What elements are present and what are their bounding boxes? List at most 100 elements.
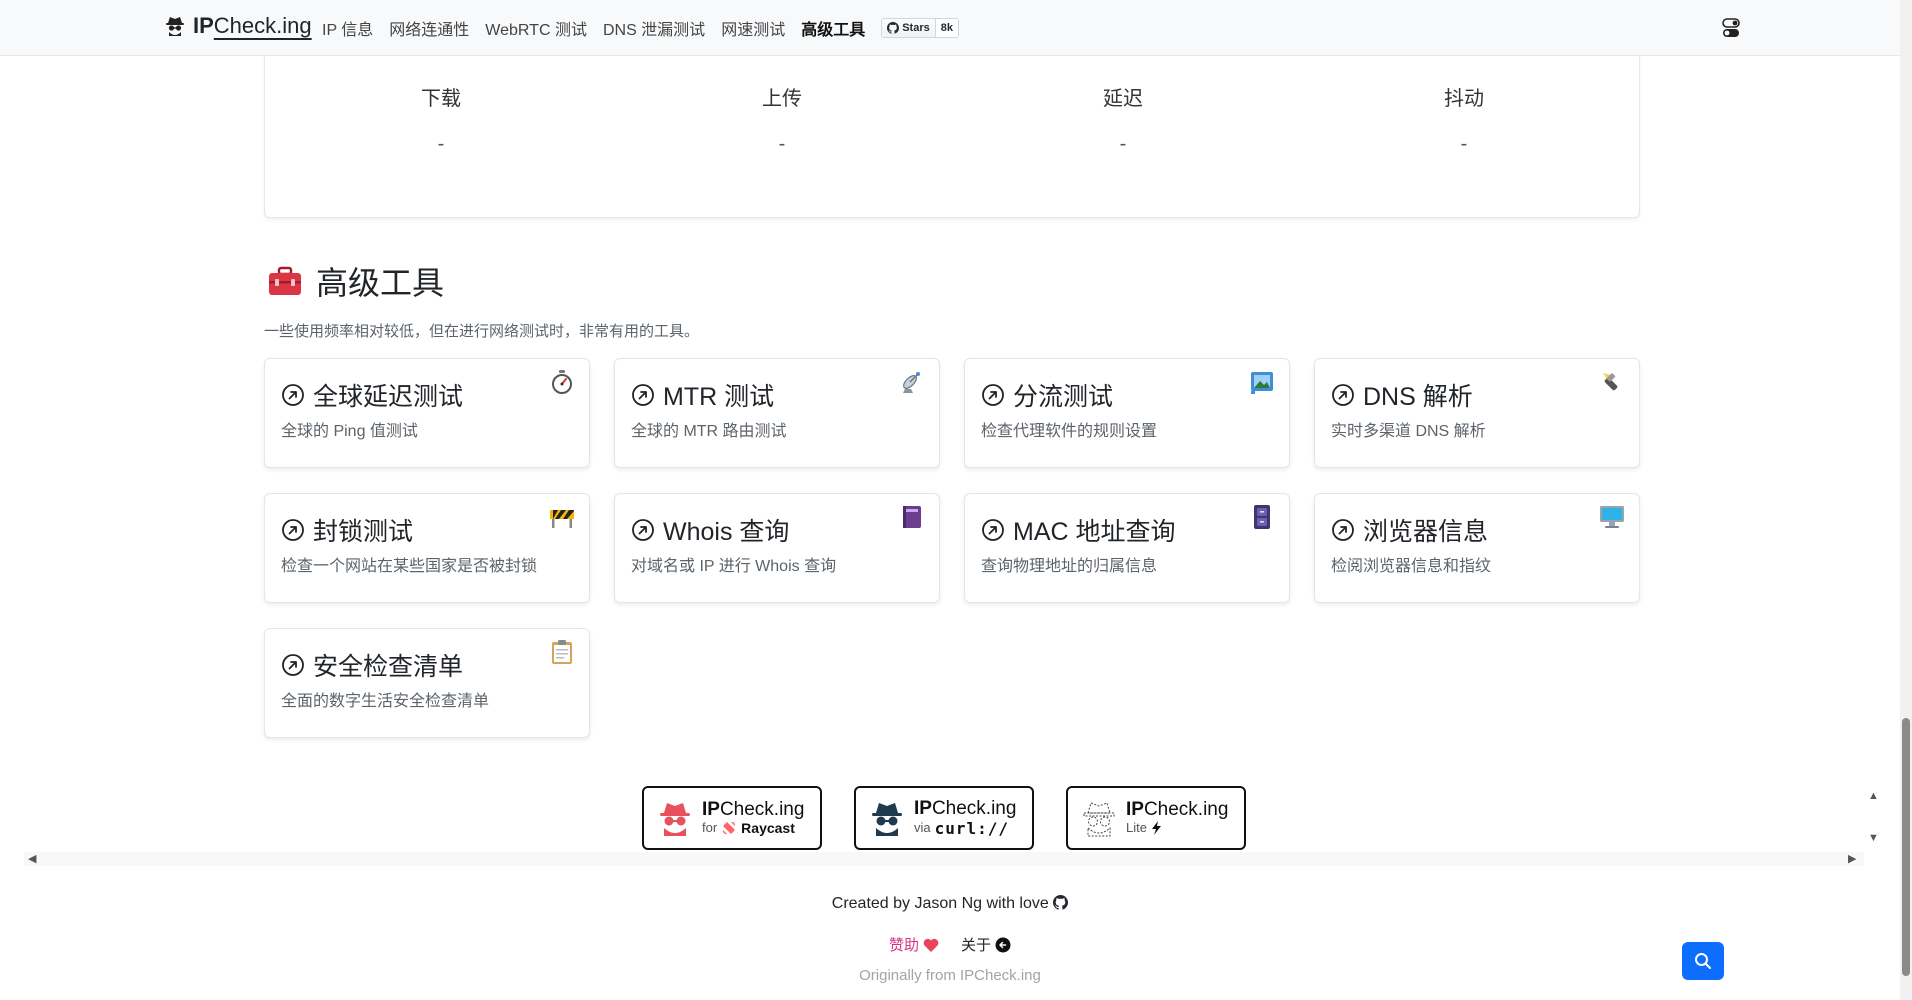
tool-card-whois[interactable]: Whois 查询 对域名或 IP 进行 Whois 查询: [614, 493, 940, 603]
arrow-up-right-circle-icon: [632, 384, 654, 406]
advanced-tools-title: 高级工具: [316, 265, 445, 301]
nav-item-webrtc[interactable]: WebRTC 测试: [485, 16, 587, 40]
nav-item-dns-leak[interactable]: DNS 泄漏测试: [603, 16, 705, 40]
app-badge-curl[interactable]: IPCheck.ing via curl://: [854, 786, 1034, 850]
speed-jitter-value: -: [1460, 133, 1468, 155]
tool-title: Whois 查询: [663, 518, 790, 546]
about-link[interactable]: 关于: [961, 934, 1011, 955]
tool-description: 全球的 MTR 路由测试: [631, 423, 787, 440]
search-button[interactable]: [1682, 942, 1724, 980]
about-label: 关于: [961, 937, 992, 954]
tool-title: MTR 测试: [663, 383, 775, 411]
vertical-scrollbar-thumb[interactable]: [1902, 718, 1910, 976]
brand-link[interactable]: IPCheck.ing: [163, 13, 312, 39]
github-stars-count: 8k: [935, 19, 958, 37]
app-name-light: Check.ing: [931, 797, 1017, 819]
speed-jitter: 抖动 -: [1364, 82, 1564, 156]
heart-icon: [923, 938, 939, 952]
tool-title: 分流测试: [1013, 383, 1114, 411]
spy-outline-logo-icon: [1083, 802, 1115, 837]
speed-latency-label: 延迟: [1103, 88, 1143, 110]
spy-raycast-logo-icon: [660, 803, 690, 836]
arrow-left-circle-icon: [995, 937, 1011, 952]
tool-card-security-checklist[interactable]: 安全检查清单 全面的数字生活安全检查清单: [264, 628, 590, 738]
stopwatch-icon: [552, 370, 572, 394]
footer-links: 赞助 关于: [0, 934, 1900, 955]
vertical-scrollbar[interactable]: [1900, 0, 1912, 1000]
raycast-icon: [723, 822, 736, 835]
speed-test-results-card: 下载 - 上传 - 延迟 - 抖动 -: [264, 56, 1640, 218]
advanced-tools-heading: 高级工具: [268, 258, 444, 304]
desktop-computer-icon: [1600, 506, 1624, 528]
app-badge-raycast[interactable]: IPCheck.ing for Raycast: [642, 786, 822, 850]
arrow-up-right-circle-icon: [632, 519, 654, 541]
app-name-strong: IP: [914, 797, 932, 819]
tool-description: 检查代理软件的规则设置: [981, 423, 1158, 440]
app-badge-lite[interactable]: IPCheck.ing Lite: [1066, 786, 1246, 850]
tool-title: DNS 解析: [1363, 383, 1473, 411]
tool-card-censorship[interactable]: 封锁测试 检查一个网站在某些国家是否被封锁: [264, 493, 590, 603]
advanced-tools-description: 一些使用频率相对较低，但在进行网络测试时，非常有用的工具。: [264, 323, 700, 340]
speed-upload-value: -: [778, 133, 786, 155]
tool-card-dns-resolve[interactable]: DNS 解析 实时多渠道 DNS 解析: [1314, 358, 1640, 468]
tool-description: 全面的数字生活安全检查清单: [281, 693, 490, 710]
speed-download-value: -: [437, 133, 445, 155]
tool-title: MAC 地址查询: [1013, 518, 1176, 546]
tool-description: 全球的 Ping 值测试: [281, 423, 418, 440]
tool-card-global-latency[interactable]: 全球延迟测试 全球的 Ping 值测试: [264, 358, 590, 468]
clipboard-icon: [552, 640, 572, 664]
tool-card-mac-lookup[interactable]: MAC 地址查询 查询物理地址的归属信息: [964, 493, 1290, 603]
tool-description: 实时多渠道 DNS 解析: [1331, 423, 1486, 440]
arrow-up-right-circle-icon: [282, 654, 304, 676]
brand-strong: IP: [193, 13, 214, 38]
app-name-light: Check.ing: [1143, 799, 1229, 821]
arrow-up-right-circle-icon: [1332, 384, 1354, 406]
scroll-up-arrow-icon[interactable]: ▲: [1868, 790, 1879, 802]
nav-item-ip-info[interactable]: IP 信息: [322, 16, 373, 40]
tool-description: 对域名或 IP 进行 Whois 查询: [631, 558, 837, 575]
toolbox-icon: [269, 266, 301, 295]
speed-latency: 延迟 -: [1023, 82, 1223, 156]
tool-description: 检查一个网站在某些国家是否被封锁: [281, 558, 538, 575]
nav-item-advanced-tools[interactable]: 高级工具: [801, 16, 865, 40]
tool-card-rule-test[interactable]: 分流测试 检查代理软件的规则设置: [964, 358, 1290, 468]
app-name-light: Check.ing: [719, 798, 805, 820]
horizontal-scrollbar[interactable]: [24, 852, 1864, 866]
notebook-icon: [903, 506, 921, 528]
speed-download-label: 下载: [421, 88, 461, 110]
arrow-up-right-circle-icon: [982, 384, 1004, 406]
scroll-down-arrow-icon[interactable]: ▼: [1868, 832, 1879, 844]
tool-card-browser-info[interactable]: 浏览器信息 检阅浏览器信息和指纹: [1314, 493, 1640, 603]
github-stars-label: Stars: [902, 22, 930, 34]
speed-upload-label: 上传: [762, 88, 802, 110]
app-sub-main: curl://: [934, 818, 1010, 838]
nav-item-speed-test[interactable]: 网速测试: [721, 16, 785, 40]
app-sub-prefix: Lite: [1126, 820, 1147, 836]
scroll-left-arrow-icon[interactable]: ◀: [28, 852, 36, 865]
app-sub-prefix: for: [702, 820, 718, 836]
github-stars-button[interactable]: Stars 8k: [881, 18, 959, 38]
arrow-up-right-circle-icon: [982, 519, 1004, 541]
tool-description: 查询物理地址的归属信息: [981, 558, 1158, 575]
brand-light: Check.ing: [213, 13, 312, 38]
tool-card-mtr[interactable]: MTR 测试 全球的 MTR 路由测试: [614, 358, 940, 468]
tool-title: 全球延迟测试: [313, 383, 464, 411]
tool-description: 检阅浏览器信息和指纹: [1331, 558, 1492, 575]
spy-logo-icon: [166, 17, 184, 36]
speed-latency-value: -: [1119, 133, 1127, 155]
nav-item-connectivity[interactable]: 网络连通性: [389, 16, 469, 40]
satellite-antenna-icon: [903, 372, 920, 393]
github-icon: [887, 22, 900, 34]
search-icon: [1695, 953, 1711, 969]
github-icon[interactable]: [1053, 895, 1069, 910]
scroll-right-arrow-icon[interactable]: ▶: [1848, 852, 1856, 865]
navbar: IPCheck.ing IP 信息 网络连通性 WebRTC 测试 DNS 泄漏…: [0, 0, 1900, 56]
app-sub-prefix: via: [914, 820, 931, 836]
sponsor-label: 赞助: [888, 937, 919, 954]
sponsor-link[interactable]: 赞助: [889, 934, 939, 955]
theme-toggle-icon[interactable]: [1722, 18, 1740, 38]
construction-barrier-icon: [550, 510, 574, 528]
speed-jitter-label: 抖动: [1444, 88, 1484, 110]
arrow-up-right-circle-icon: [282, 384, 304, 406]
footer-created-text: Created by Jason Ng with love: [831, 895, 1049, 912]
